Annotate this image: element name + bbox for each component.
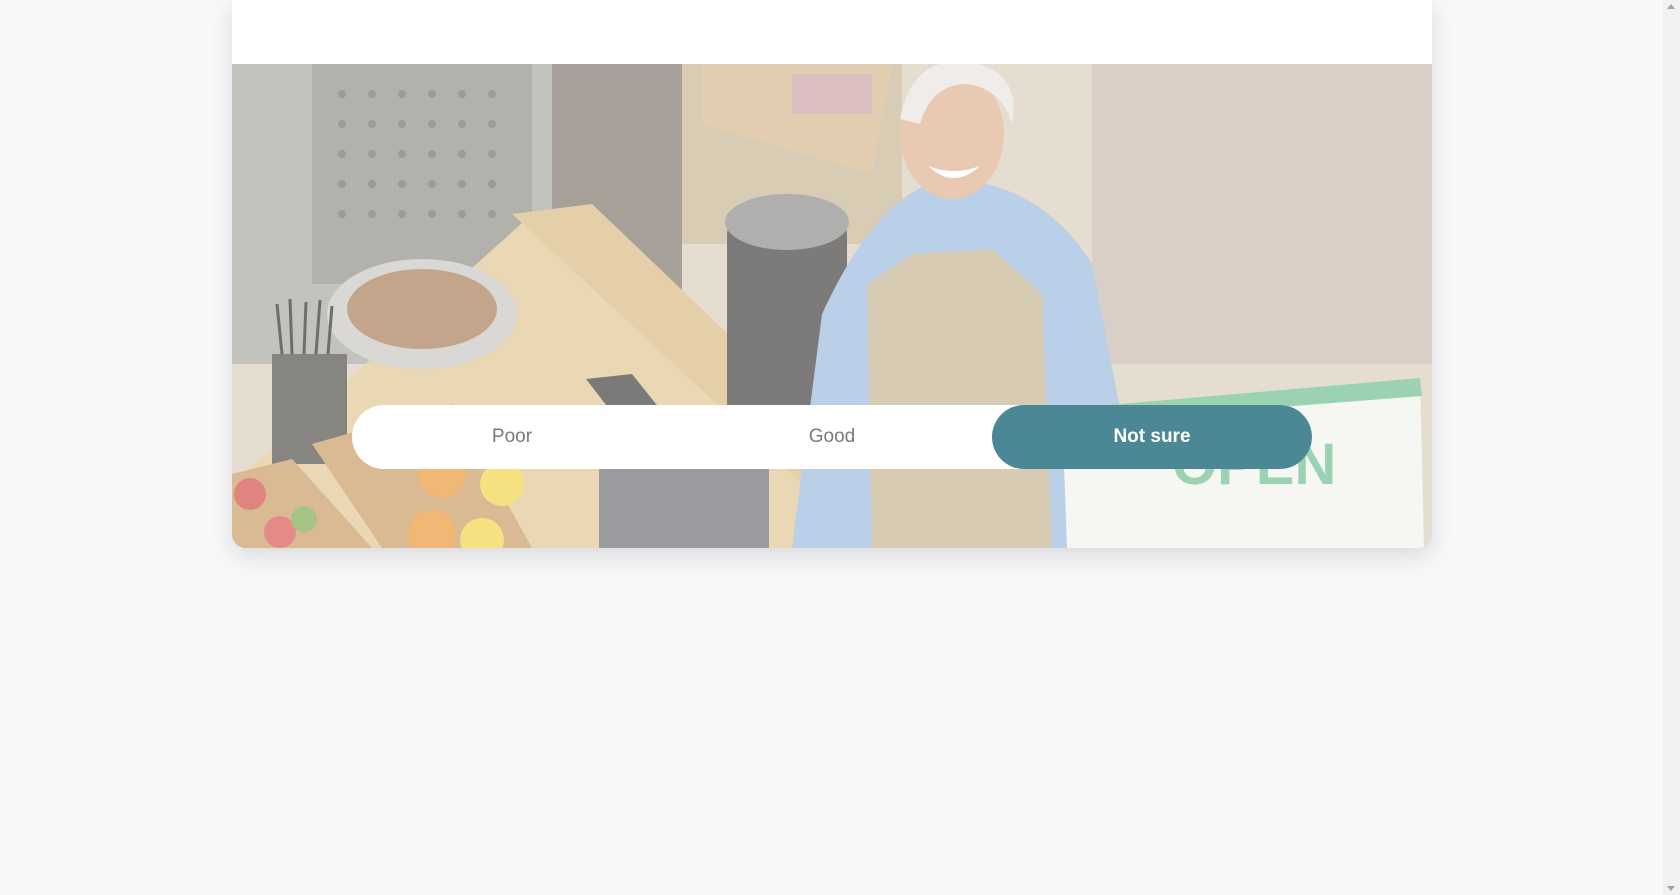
card-header bbox=[232, 0, 1432, 64]
option-good-label: Good bbox=[808, 426, 856, 447]
survey-card: OPEN Poor Good Not sure bbox=[232, 0, 1432, 548]
vertical-scrollbar[interactable] bbox=[1663, 0, 1680, 895]
option-poor-label: Poor bbox=[491, 426, 533, 447]
scroll-up-arrow-icon[interactable] bbox=[1667, 4, 1675, 9]
hero-image: OPEN bbox=[232, 64, 1432, 548]
option-good[interactable]: Good bbox=[672, 405, 992, 469]
option-not-sure[interactable]: Not sure bbox=[992, 405, 1312, 469]
scroll-down-arrow-icon[interactable] bbox=[1667, 886, 1675, 891]
hero-overlay bbox=[232, 64, 1432, 548]
page: OPEN Poor Good Not sure bbox=[0, 0, 1680, 895]
rating-options: Poor Good Not sure bbox=[352, 405, 1312, 469]
option-poor[interactable]: Poor bbox=[352, 405, 672, 469]
option-not-sure-label: Not sure bbox=[1113, 426, 1191, 447]
